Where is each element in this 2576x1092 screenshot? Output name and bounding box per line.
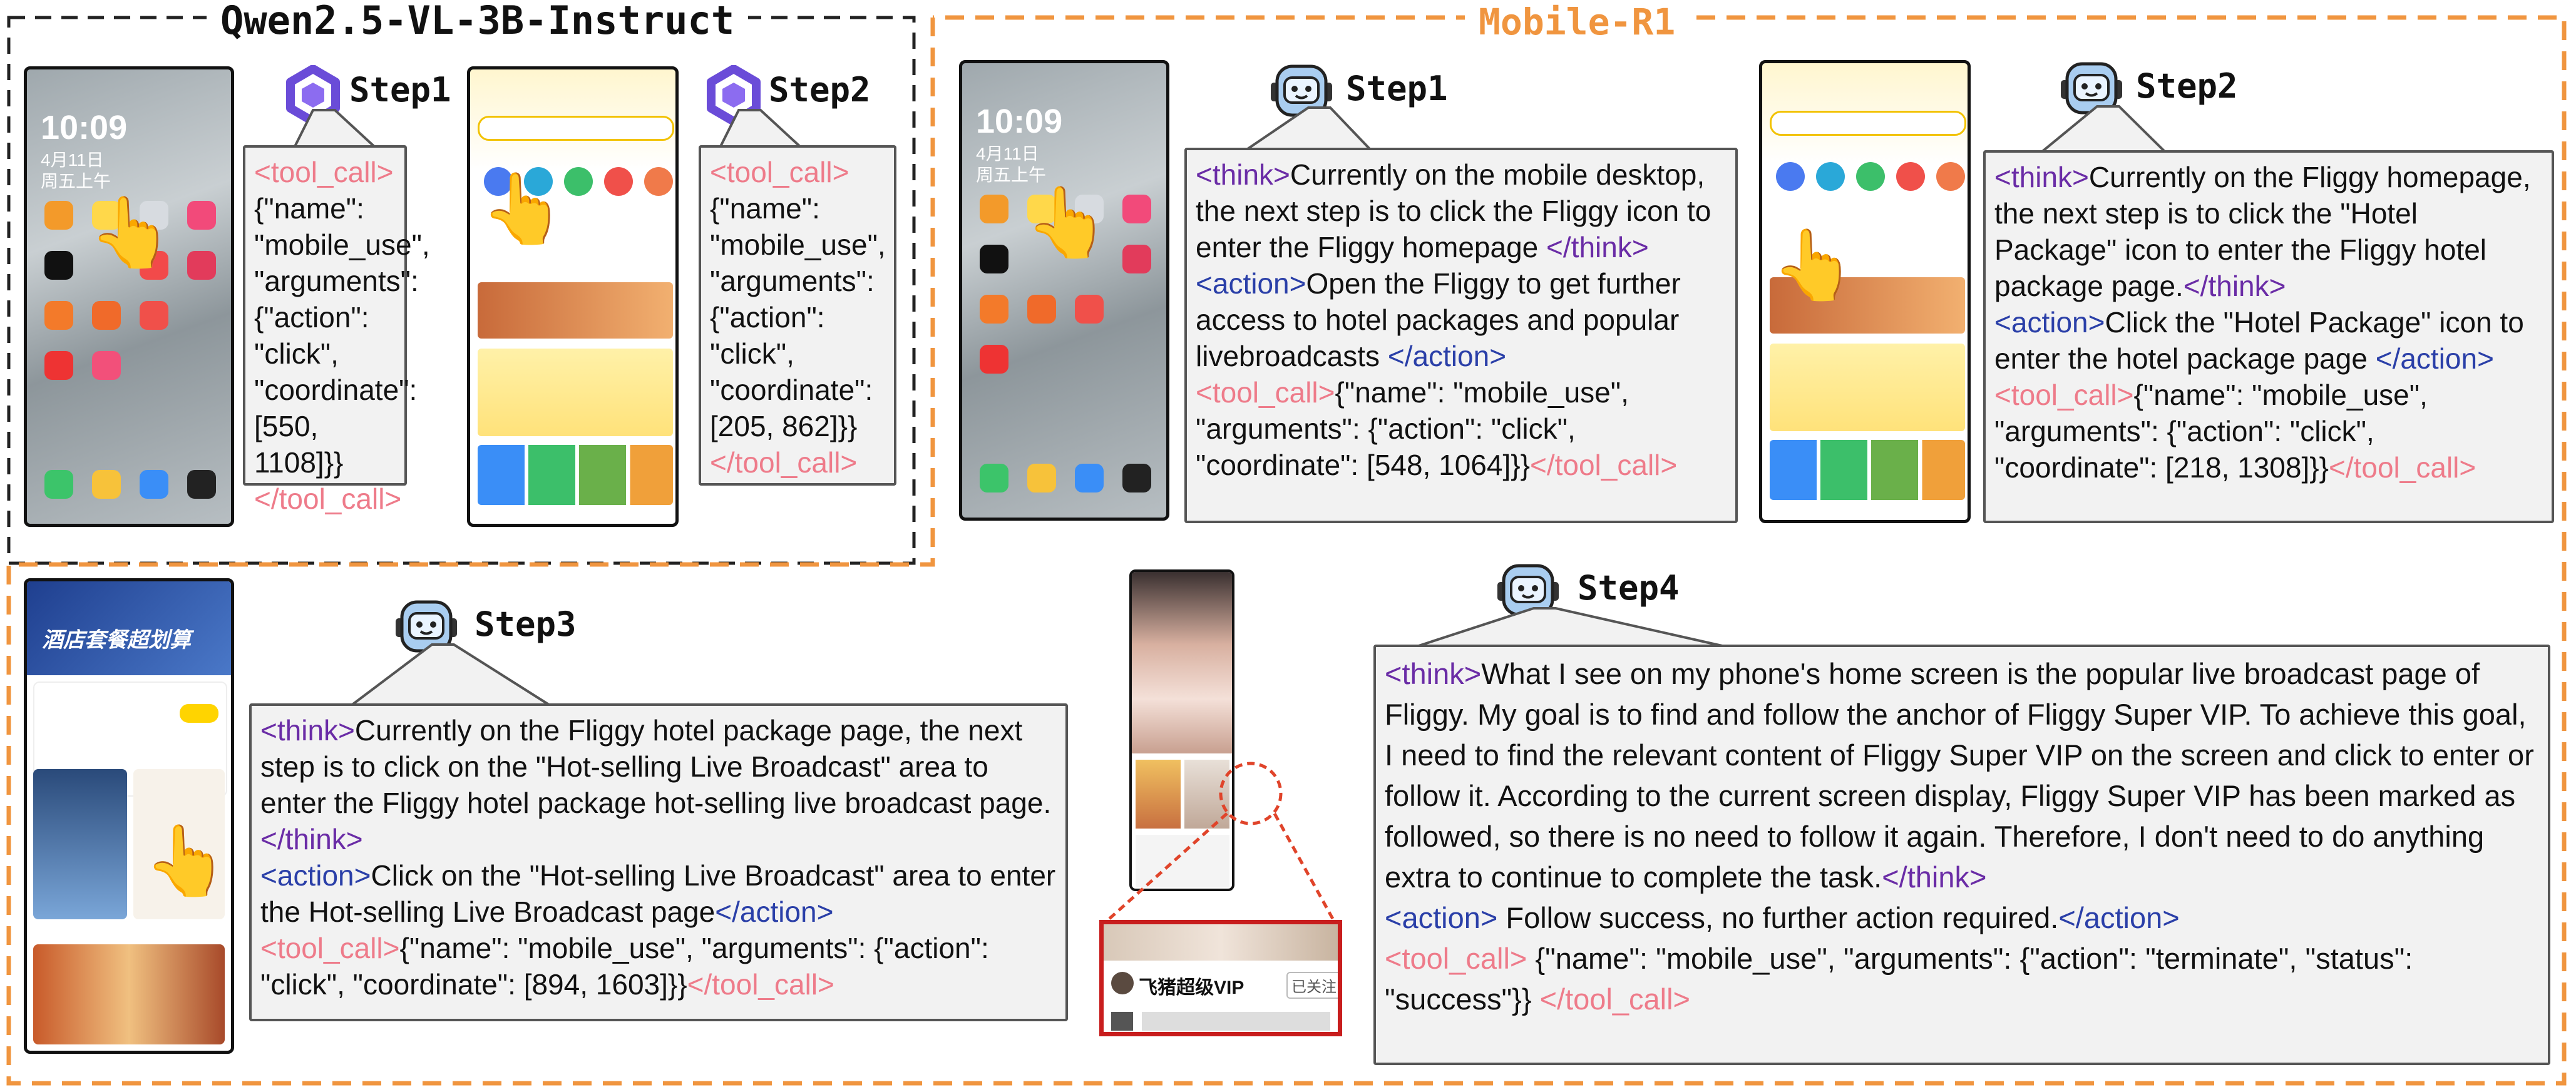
tool-call-text: {"name": "mobile_use", "arguments": {"ac… (1385, 942, 2413, 1016)
think-close-tag: </think> (1882, 860, 1987, 894)
think-open-tag: <think> (1385, 657, 1482, 690)
r1-step4-bubble: <think>What I see on my phone's home scr… (1373, 645, 2550, 1065)
tool-call-close-tag: </tool_call> (1539, 982, 1691, 1016)
action-text: Follow success, no further action requir… (1497, 901, 2059, 934)
action-close-tag: </action> (2058, 901, 2180, 934)
action-open-tag: <action> (1385, 901, 1498, 934)
think-text: What I see on my phone's home screen is … (1385, 657, 2534, 894)
tool-call-open-tag: <tool_call> (1385, 942, 1527, 975)
